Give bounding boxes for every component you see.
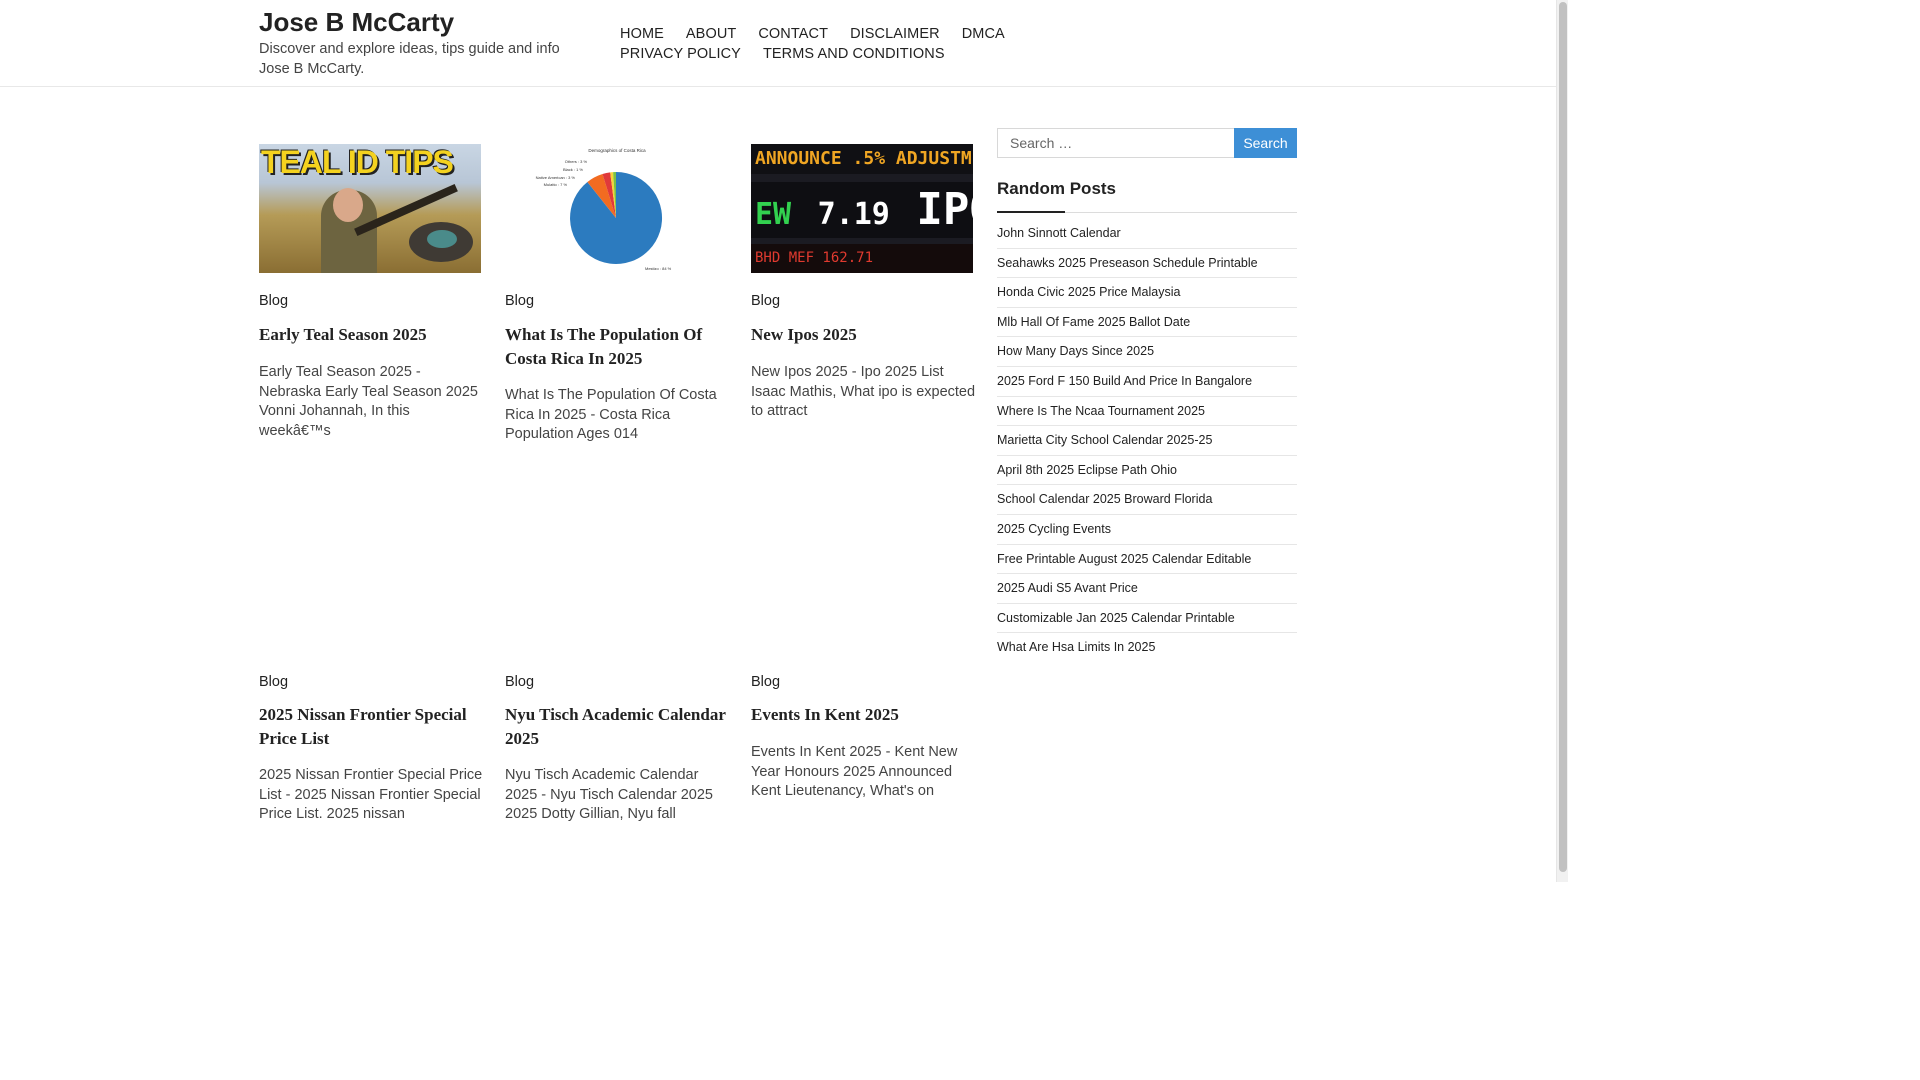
random-post-item: How Many Days Since 2025 xyxy=(997,337,1297,367)
random-post-item: Where Is The Ncaa Tournament 2025 xyxy=(997,397,1297,427)
random-post-link[interactable]: Seahawks 2025 Preseason Schedule Printab… xyxy=(997,256,1258,270)
nav-contact[interactable]: CONTACT xyxy=(758,24,828,44)
main-navigation: HOME ABOUT CONTACT DISCLAIMER DMCA PRIVACY PO… xyxy=(620,24,1140,64)
ticker-top-text: ANNOUNCE .5% ADJUSTMENT IN ST xyxy=(751,144,973,174)
post-excerpt: Early Teal Season 2025 - Nebraska Early … xyxy=(259,364,478,439)
post-thumbnail[interactable]: TEAL ID TIPS xyxy=(259,144,481,273)
post-category[interactable]: Blog xyxy=(751,674,780,690)
nav-about[interactable]: ABOUT xyxy=(686,24,736,44)
random-post-item: John Sinnott Calendar xyxy=(997,219,1297,249)
ticker-ipo-text: IPO xyxy=(916,184,973,235)
post-thumbnail[interactable]: Demographics of Costa Rica Others : 3 % … xyxy=(505,144,727,273)
ticker-number-text: 7.19 xyxy=(817,197,890,232)
post-title[interactable]: What Is The Population Of Costa Rica In … xyxy=(505,323,727,371)
ticker-bottom-text: BHD MEF 162.71 xyxy=(751,244,973,273)
duck-wing-shape xyxy=(427,230,457,248)
post-card: Blog Events In Kent 2025 Events In Kent … xyxy=(751,672,973,812)
random-post-link[interactable]: 2025 Cycling Events xyxy=(997,522,1111,536)
random-post-link[interactable]: What Are Hsa Limits In 2025 xyxy=(997,640,1155,654)
random-post-link[interactable]: Marietta City School Calendar 2025-25 xyxy=(997,433,1212,447)
thumbnail-banner-text: TEAL ID TIPS xyxy=(261,144,454,180)
random-post-link[interactable]: Where Is The Ncaa Tournament 2025 xyxy=(997,404,1205,418)
search-input[interactable] xyxy=(997,128,1234,158)
page-scrollbar[interactable] xyxy=(1556,0,1568,882)
random-post-link[interactable]: Customizable Jan 2025 Calendar Printable xyxy=(997,611,1235,625)
site-description: Discover and explore ideas, tips guide a… xyxy=(259,41,560,77)
random-post-item: Free Printable August 2025 Calendar Edit… xyxy=(997,545,1297,575)
post-title[interactable]: Nyu Tisch Academic Calendar 2025 xyxy=(505,703,727,751)
scrollbar-thumb[interactable] xyxy=(1559,2,1567,872)
site-header: Jose B McCarty Discover and explore idea… xyxy=(0,0,1556,87)
post-card: ANNOUNCE .5% ADJUSTMENT IN ST EW 7.19 IP… xyxy=(751,144,975,419)
post-title[interactable]: Events In Kent 2025 xyxy=(751,703,973,727)
random-post-link[interactable]: Free Printable August 2025 Calendar Edit… xyxy=(997,552,1251,566)
post-title[interactable]: Early Teal Season 2025 xyxy=(259,323,481,347)
random-post-link[interactable]: Honda Civic 2025 Price Malaysia xyxy=(997,285,1180,299)
post-category[interactable]: Blog xyxy=(259,293,288,309)
post-category[interactable]: Blog xyxy=(505,293,534,309)
site-title[interactable]: Jose B McCarty xyxy=(259,7,454,38)
post-card: Blog 2025 Nissan Frontier Special Price … xyxy=(259,672,482,832)
post-title[interactable]: 2025 Nissan Frontier Special Price List xyxy=(259,703,481,751)
nav-home[interactable]: HOME xyxy=(620,24,664,44)
random-post-link[interactable]: 2025 Ford F 150 Build And Price In Banga… xyxy=(997,374,1252,388)
random-post-link[interactable]: School Calendar 2025 Broward Florida xyxy=(997,492,1212,506)
random-post-item: Mlb Hall Of Fame 2025 Ballot Date xyxy=(997,308,1297,338)
pie-chart-image: Demographics of Costa Rica Others : 3 % … xyxy=(536,148,672,271)
post-title[interactable]: New Ipos 2025 xyxy=(751,323,973,347)
random-post-item: Seahawks 2025 Preseason Schedule Printab… xyxy=(997,249,1297,279)
random-post-link[interactable]: How Many Days Since 2025 xyxy=(997,344,1154,358)
pie-label-native-american: Native American : 3 % xyxy=(536,175,576,180)
random-post-item: 2025 Audi S5 Avant Price xyxy=(997,574,1297,604)
random-post-item: 2025 Ford F 150 Build And Price In Banga… xyxy=(997,367,1297,397)
random-post-link[interactable]: 2025 Audi S5 Avant Price xyxy=(997,581,1138,595)
post-excerpt: New Ipos 2025 - Ipo 2025 List Isaac Math… xyxy=(751,364,976,419)
widget-divider xyxy=(997,211,1297,213)
post-category[interactable]: Blog xyxy=(259,674,288,690)
pie-label-mestizo: Mestizo : 84 % xyxy=(645,266,672,271)
random-post-item: What Are Hsa Limits In 2025 xyxy=(997,633,1297,663)
post-excerpt: Nyu Tisch Academic Calendar 2025 - Nyu T… xyxy=(505,767,713,822)
random-post-item: Marietta City School Calendar 2025-25 xyxy=(997,426,1297,456)
random-post-item: 2025 Cycling Events xyxy=(997,515,1297,545)
nav-disclaimer[interactable]: DISCLAIMER xyxy=(850,24,940,44)
random-post-item: School Calendar 2025 Broward Florida xyxy=(997,485,1297,515)
nav-dmca[interactable]: DMCA xyxy=(962,24,1005,44)
nav-terms-and-conditions[interactable]: TERMS AND CONDITIONS xyxy=(763,44,945,64)
pie-label-black: Black : 1 % xyxy=(563,167,583,172)
search-button[interactable]: Search xyxy=(1234,128,1297,158)
random-post-item: April 8th 2025 Eclipse Path Ohio xyxy=(997,456,1297,486)
random-post-item: Customizable Jan 2025 Calendar Printable xyxy=(997,604,1297,634)
pie-slice-mestizo xyxy=(570,171,663,264)
hunter-face xyxy=(333,188,363,222)
post-excerpt: 2025 Nissan Frontier Special Price List … xyxy=(259,767,483,822)
post-excerpt: Events In Kent 2025 - Kent New Year Hono… xyxy=(751,744,958,799)
random-post-item: Honda Civic 2025 Price Malaysia xyxy=(997,278,1297,308)
pie-title: Demographics of Costa Rica xyxy=(588,148,646,153)
random-post-link[interactable]: John Sinnott Calendar xyxy=(997,226,1121,240)
post-card: Demographics of Costa Rica Others : 3 % … xyxy=(505,144,727,444)
pie-label-others: Others : 3 % xyxy=(565,159,588,164)
search-form: Search xyxy=(997,128,1297,158)
post-category[interactable]: Blog xyxy=(505,674,534,690)
post-card: Blog Nyu Tisch Academic Calendar 2025 Ny… xyxy=(505,672,727,832)
random-post-link[interactable]: April 8th 2025 Eclipse Path Ohio xyxy=(997,463,1177,477)
ticker-left-text: EW xyxy=(755,197,792,232)
post-excerpt: What Is The Population Of Costa Rica In … xyxy=(505,387,717,442)
post-category[interactable]: Blog xyxy=(751,293,780,309)
random-posts-list: John Sinnott Calendar Seahawks 2025 Pres… xyxy=(997,219,1297,663)
random-post-link[interactable]: Mlb Hall Of Fame 2025 Ballot Date xyxy=(997,315,1190,329)
pie-label-mulatto: Mulatto : 7 % xyxy=(544,182,568,187)
ticker-main-text: EW 7.19 IPO xyxy=(751,182,973,238)
post-card: TEAL ID TIPS Blog Early Teal Season 2025… xyxy=(259,144,481,439)
post-thumbnail[interactable]: ANNOUNCE .5% ADJUSTMENT IN ST EW 7.19 IP… xyxy=(751,144,973,273)
nav-privacy-policy[interactable]: PRIVACY POLICY xyxy=(620,44,741,64)
random-posts-title: Random Posts xyxy=(997,179,1117,198)
